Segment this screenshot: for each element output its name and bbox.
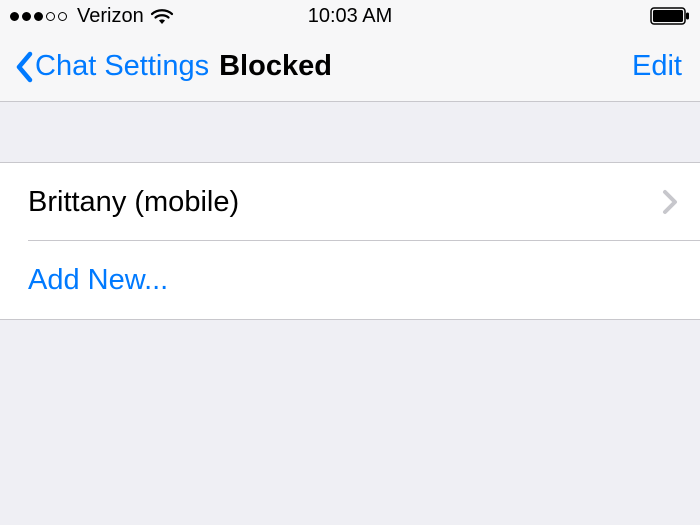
status-bar: Verizon 10:03 AM [0, 0, 700, 32]
blocked-list: Brittany (mobile) Add New... [0, 162, 700, 320]
chevron-left-icon [14, 50, 33, 84]
carrier-label: Verizon [77, 5, 144, 28]
blocked-contact-row[interactable]: Brittany (mobile) [0, 163, 700, 241]
signal-strength-icon [10, 12, 67, 21]
add-new-row[interactable]: Add New... [0, 241, 700, 319]
contact-label: Brittany (mobile) [28, 186, 239, 219]
battery-icon [650, 7, 690, 25]
add-new-label: Add New... [28, 264, 168, 297]
status-right [650, 7, 690, 25]
content: Brittany (mobile) Add New... [0, 162, 700, 320]
nav-bar: Chat Settings Blocked Edit [0, 32, 700, 102]
back-label: Chat Settings [35, 50, 209, 83]
chevron-right-icon [662, 189, 678, 215]
edit-button[interactable]: Edit [632, 50, 682, 83]
page-title: Blocked [219, 50, 332, 83]
back-button[interactable]: Chat Settings [14, 50, 209, 84]
status-left: Verizon [10, 5, 174, 28]
status-time: 10:03 AM [308, 5, 393, 28]
wifi-icon [150, 7, 174, 25]
